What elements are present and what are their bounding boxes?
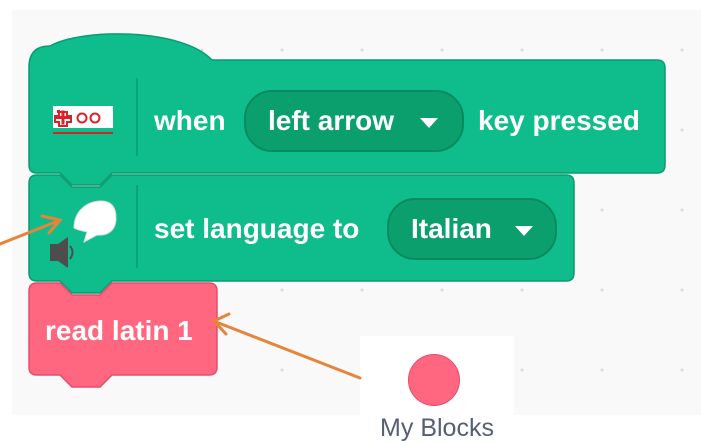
my-blocks-label: My Blocks — [380, 414, 494, 442]
language-dropdown[interactable]: Italian — [387, 198, 557, 260]
set-language-label: set language to — [154, 213, 360, 244]
read-latin-label: read latin 1 — [45, 315, 193, 346]
when-label: when — [154, 105, 226, 136]
language-dropdown-value: Italian — [411, 213, 492, 244]
category-my-blocks[interactable]: My Blocks — [360, 336, 514, 442]
key-dropdown-value: left arrow — [268, 105, 395, 136]
chevron-down-icon — [515, 226, 533, 236]
code-workspace[interactable]: when left arrow key pressed set language… — [12, 10, 701, 415]
chevron-down-icon — [420, 118, 438, 128]
key-pressed-label: key pressed — [478, 105, 640, 136]
my-blocks-circle-icon — [408, 354, 460, 406]
key-dropdown[interactable]: left arrow — [244, 90, 464, 152]
